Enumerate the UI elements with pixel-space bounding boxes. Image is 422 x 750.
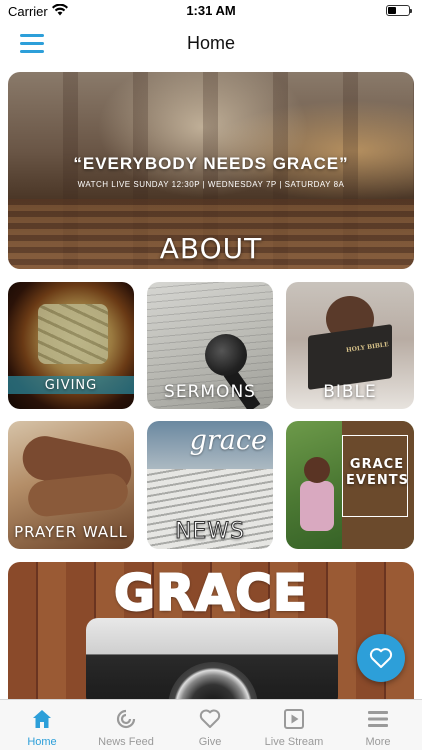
tab-more[interactable]: More <box>336 700 420 750</box>
about-label: ABOUT <box>159 232 263 265</box>
grace-events-label-line2: EVENTS <box>346 473 409 488</box>
giving-tile[interactable]: GIVING <box>8 282 134 409</box>
status-bar: Carrier 1:31 AM <box>0 0 422 22</box>
news-label: NEWS <box>174 519 246 545</box>
sermons-label: SERMONS <box>164 382 256 402</box>
status-time: 1:31 AM <box>186 3 236 18</box>
prayer-wall-label: PRAYER WALL <box>14 523 128 541</box>
home-icon <box>33 710 51 728</box>
grace-events-tile[interactable]: GRACE EVENTS <box>286 421 414 549</box>
tab-live-stream-label: Live Stream <box>264 736 324 748</box>
bible-tile[interactable]: HOLY BIBLE BIBLE <box>286 282 414 409</box>
battery-icon <box>386 5 412 16</box>
grace-tile[interactable]: GRACE <box>8 562 414 699</box>
money-image <box>38 304 108 364</box>
favorite-button[interactable] <box>357 634 405 682</box>
news-tile[interactable]: grace NEWS <box>147 421 273 549</box>
tab-give-label: Give <box>198 736 222 748</box>
grace-events-label: GRACE EVENTS <box>346 457 408 489</box>
news-grace-script: grace <box>189 425 267 456</box>
running-child-head <box>304 457 330 483</box>
about-schedule: WATCH LIVE SUNDAY 12:30P | WEDNESDAY 7P … <box>77 180 345 189</box>
tab-home[interactable]: Home <box>0 700 84 750</box>
microphone-icon <box>205 334 247 376</box>
grace-label: GRACE <box>113 563 309 623</box>
more-icon <box>368 711 388 727</box>
news-feed-icon <box>116 709 136 729</box>
tab-give[interactable]: Give <box>168 700 252 750</box>
bible-label: BIBLE <box>323 382 377 402</box>
tab-home-label: Home <box>27 736 57 748</box>
giving-label: GIVING <box>44 378 98 393</box>
tab-news-feed[interactable]: News Feed <box>84 700 168 750</box>
about-quote: “EVERYBODY NEEDS GRACE” <box>73 154 349 173</box>
navigation-bar: Home <box>0 22 422 66</box>
bible-book-image <box>308 324 392 390</box>
page-title: Home <box>186 33 235 53</box>
prayer-wall-tile[interactable]: PRAYER WALL <box>8 421 134 549</box>
tab-more-label: More <box>365 736 391 748</box>
tab-bar: Home News Feed Give Live Stream More <box>0 699 422 750</box>
heart-icon <box>369 648 393 668</box>
play-icon <box>284 709 304 729</box>
grace-events-label-line1: GRACE <box>349 457 405 472</box>
tab-news-feed-label: News Feed <box>98 736 154 748</box>
tab-live-stream[interactable]: Live Stream <box>252 700 336 750</box>
about-tile[interactable]: “EVERYBODY NEEDS GRACE” WATCH LIVE SUNDA… <box>8 72 414 269</box>
heart-icon <box>199 709 221 728</box>
running-child-image <box>300 481 334 531</box>
sermons-tile[interactable]: SERMONS <box>147 282 273 409</box>
